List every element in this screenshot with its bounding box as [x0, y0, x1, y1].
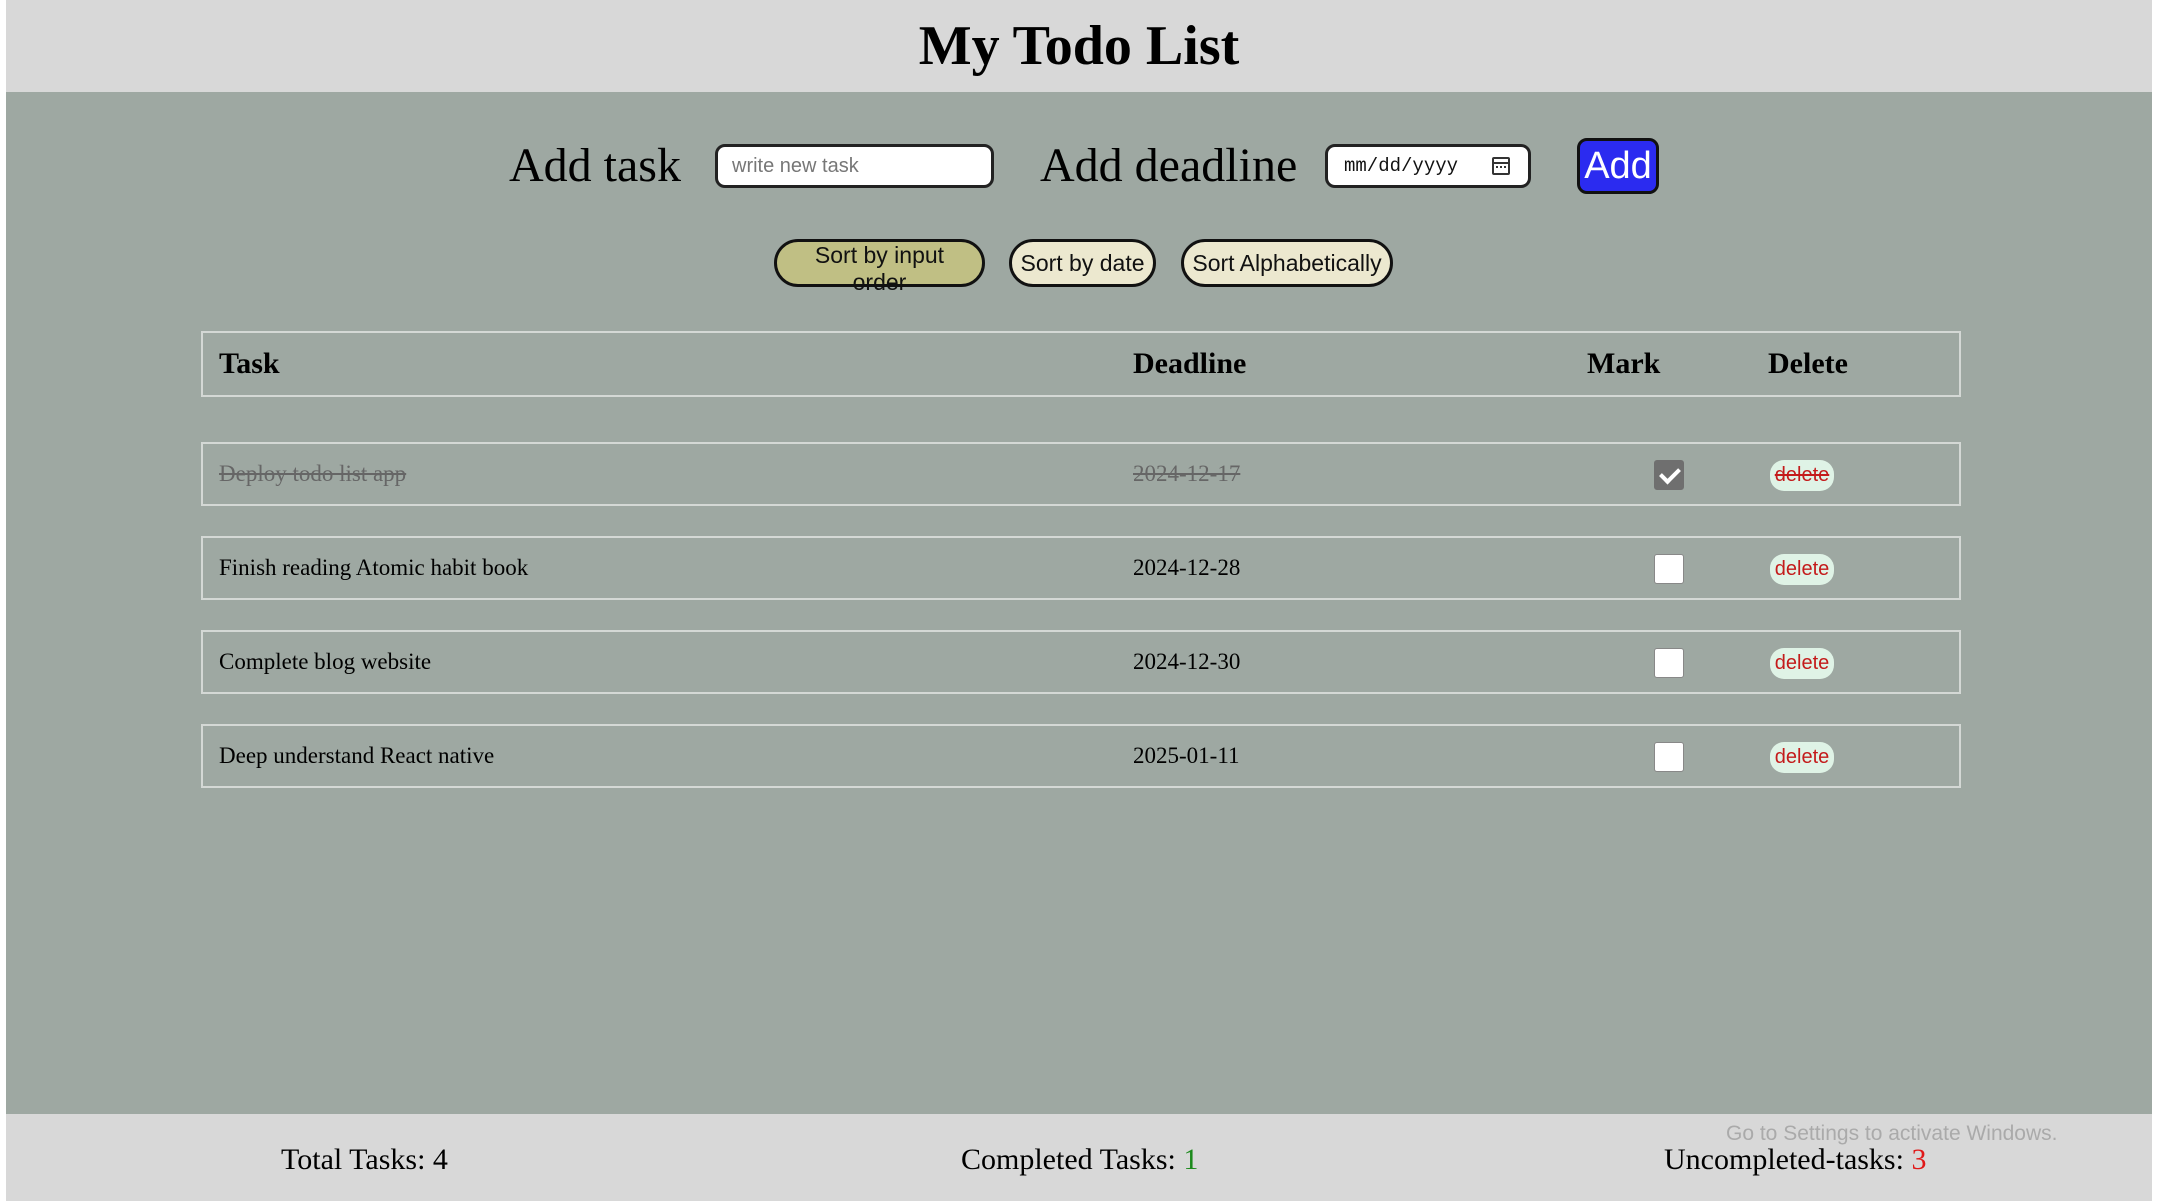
column-header-deadline: Deadline — [1133, 347, 1247, 380]
completed-tasks-label: Completed Tasks: — [961, 1143, 1184, 1176]
add-button[interactable]: Add — [1577, 138, 1659, 194]
table-row: Deep understand React native 2025-01-11 … — [201, 724, 1961, 788]
mark-checkbox[interactable] — [1654, 742, 1684, 772]
mark-checkbox[interactable] — [1654, 554, 1684, 584]
task-text: Deep understand React native — [219, 743, 495, 768]
total-tasks-stat: Total Tasks: 4 — [281, 1140, 448, 1180]
deadline-date-input[interactable]: mm/dd/yyyy — [1325, 144, 1531, 188]
todo-app: My Todo List Add task Add deadline mm/dd… — [6, 0, 2152, 1201]
completed-tasks-count: 1 — [1183, 1143, 1199, 1176]
sort-input-order-button[interactable]: Sort by input order — [774, 239, 985, 295]
column-header-mark: Mark — [1587, 347, 1661, 380]
date-placeholder: mm/dd/yyyy — [1344, 155, 1459, 177]
task-deadline: 2024-12-17 — [1133, 461, 1241, 486]
sort-by-date-button[interactable]: Sort by date — [1009, 239, 1156, 287]
calendar-icon[interactable] — [1492, 157, 1510, 175]
add-task-label: Add task — [509, 139, 681, 192]
table-header: Task Deadline Mark Delete — [201, 331, 1961, 397]
mark-checkbox[interactable] — [1654, 460, 1684, 490]
task-deadline: 2024-12-28 — [1133, 555, 1241, 580]
uncompleted-tasks-stat: Uncompleted-tasks: 3 — [1664, 1140, 1926, 1180]
task-text: Complete blog website — [219, 649, 432, 674]
app-header: My Todo List — [6, 0, 2152, 92]
total-tasks-label: Total Tasks: — [281, 1143, 433, 1176]
table-row: Complete blog website 2024-12-30 delete — [201, 630, 1961, 694]
delete-button[interactable]: delete — [1770, 742, 1834, 773]
add-deadline-label: Add deadline — [1040, 139, 1298, 192]
page-title: My Todo List — [918, 15, 1240, 77]
column-header-task: Task — [219, 347, 280, 380]
delete-button[interactable]: delete — [1770, 648, 1834, 679]
task-input[interactable] — [715, 144, 994, 188]
stats-footer: Go to Settings to activate Windows. Tota… — [6, 1114, 2152, 1201]
task-text: Deploy todo list app — [219, 461, 407, 486]
column-header-delete: Delete — [1768, 347, 1848, 380]
total-tasks-count: 4 — [432, 1143, 448, 1176]
table-row: Deploy todo list app 2024-12-17 delete — [201, 442, 1961, 506]
uncompleted-tasks-count: 3 — [1911, 1143, 1927, 1176]
table-row: Finish reading Atomic habit book 2024-12… — [201, 536, 1961, 600]
delete-button[interactable]: delete — [1770, 460, 1834, 491]
task-text: Finish reading Atomic habit book — [219, 555, 529, 580]
mark-checkbox[interactable] — [1654, 648, 1684, 678]
uncompleted-tasks-label: Uncompleted-tasks: — [1664, 1143, 1912, 1176]
sort-alphabetically-button[interactable]: Sort Alphabetically — [1181, 239, 1393, 287]
completed-tasks-stat: Completed Tasks: 1 — [961, 1140, 1198, 1180]
task-deadline: 2025-01-11 — [1133, 743, 1240, 768]
delete-button[interactable]: delete — [1770, 554, 1834, 585]
task-deadline: 2024-12-30 — [1133, 649, 1241, 674]
add-task-form: Add task Add deadline mm/dd/yyyy Add — [6, 136, 2152, 196]
